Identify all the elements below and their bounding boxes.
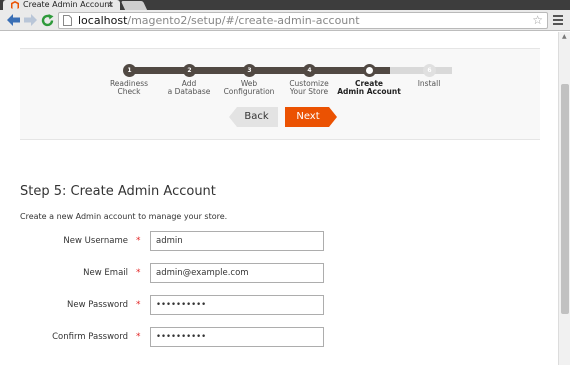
- email-label: New Email: [83, 268, 128, 278]
- scroll-up-icon[interactable]: ▲: [562, 33, 567, 40]
- page-icon: [63, 15, 73, 26]
- progress-track-complete: [130, 67, 390, 74]
- step-1-dot: 1: [123, 64, 136, 77]
- step-5-dot: [363, 64, 376, 77]
- magento-favicon-icon: [11, 1, 19, 9]
- browser-back-icon[interactable]: [6, 13, 20, 27]
- address-bar[interactable]: localhost/magento2/setup/#/create-admin-…: [58, 12, 548, 29]
- browser-tab-bar: Create Admin Account ×: [0, 0, 570, 10]
- page-title: Step 5: Create Admin Account: [20, 184, 216, 199]
- page-viewport: 1 2 3 4 6 Readiness Check Add a Database W…: [0, 32, 558, 365]
- back-button[interactable]: Back: [229, 107, 278, 127]
- username-label: New Username: [63, 236, 128, 246]
- new-tab-button[interactable]: [120, 1, 148, 10]
- password-row: New Password * ••••••••••: [20, 295, 330, 315]
- confirm-password-row: Confirm Password * ••••••••••: [20, 327, 330, 347]
- bookmark-star-icon[interactable]: ☆: [532, 13, 543, 28]
- required-marker: *: [136, 236, 141, 246]
- required-marker: *: [136, 300, 141, 310]
- url-text: localhost/magento2/setup/#/create-admin-…: [78, 14, 360, 27]
- step-3-dot: 3: [243, 64, 256, 77]
- confirm-password-input[interactable]: ••••••••••: [150, 327, 324, 347]
- step-4-dot: 4: [303, 64, 316, 77]
- required-marker: *: [136, 268, 141, 278]
- browser-forward-icon[interactable]: [23, 13, 37, 27]
- browser-tab[interactable]: Create Admin Account ×: [3, 0, 120, 10]
- menu-icon[interactable]: [552, 14, 564, 26]
- tab-title: Create Admin Account: [23, 0, 113, 9]
- email-input[interactable]: admin@example.com: [150, 263, 324, 283]
- username-input[interactable]: admin: [150, 231, 324, 251]
- vertical-scrollbar[interactable]: ▲: [558, 32, 570, 365]
- browser-toolbar: localhost/magento2/setup/#/create-admin-…: [0, 10, 570, 31]
- reload-icon[interactable]: [40, 13, 54, 27]
- progress-track-remaining: [390, 67, 452, 74]
- email-row: New Email * admin@example.com: [20, 263, 330, 283]
- required-marker: *: [136, 332, 141, 342]
- next-button[interactable]: Next: [285, 107, 337, 127]
- confirm-password-label: Confirm Password: [52, 332, 128, 342]
- step-2-dot: 2: [183, 64, 196, 77]
- password-label: New Password: [67, 300, 128, 310]
- progress-steps: 1 2 3 4 6 Readiness Check Add a Database W…: [20, 48, 540, 140]
- tab-close-icon[interactable]: ×: [107, 0, 114, 10]
- step-6-label: Install: [417, 79, 441, 88]
- scrollbar-thumb[interactable]: [561, 84, 569, 314]
- username-row: New Username * admin: [20, 231, 330, 251]
- password-input[interactable]: ••••••••••: [150, 295, 324, 315]
- page-description: Create a new Admin account to manage you…: [20, 212, 228, 221]
- step-6-dot: 6: [423, 64, 436, 77]
